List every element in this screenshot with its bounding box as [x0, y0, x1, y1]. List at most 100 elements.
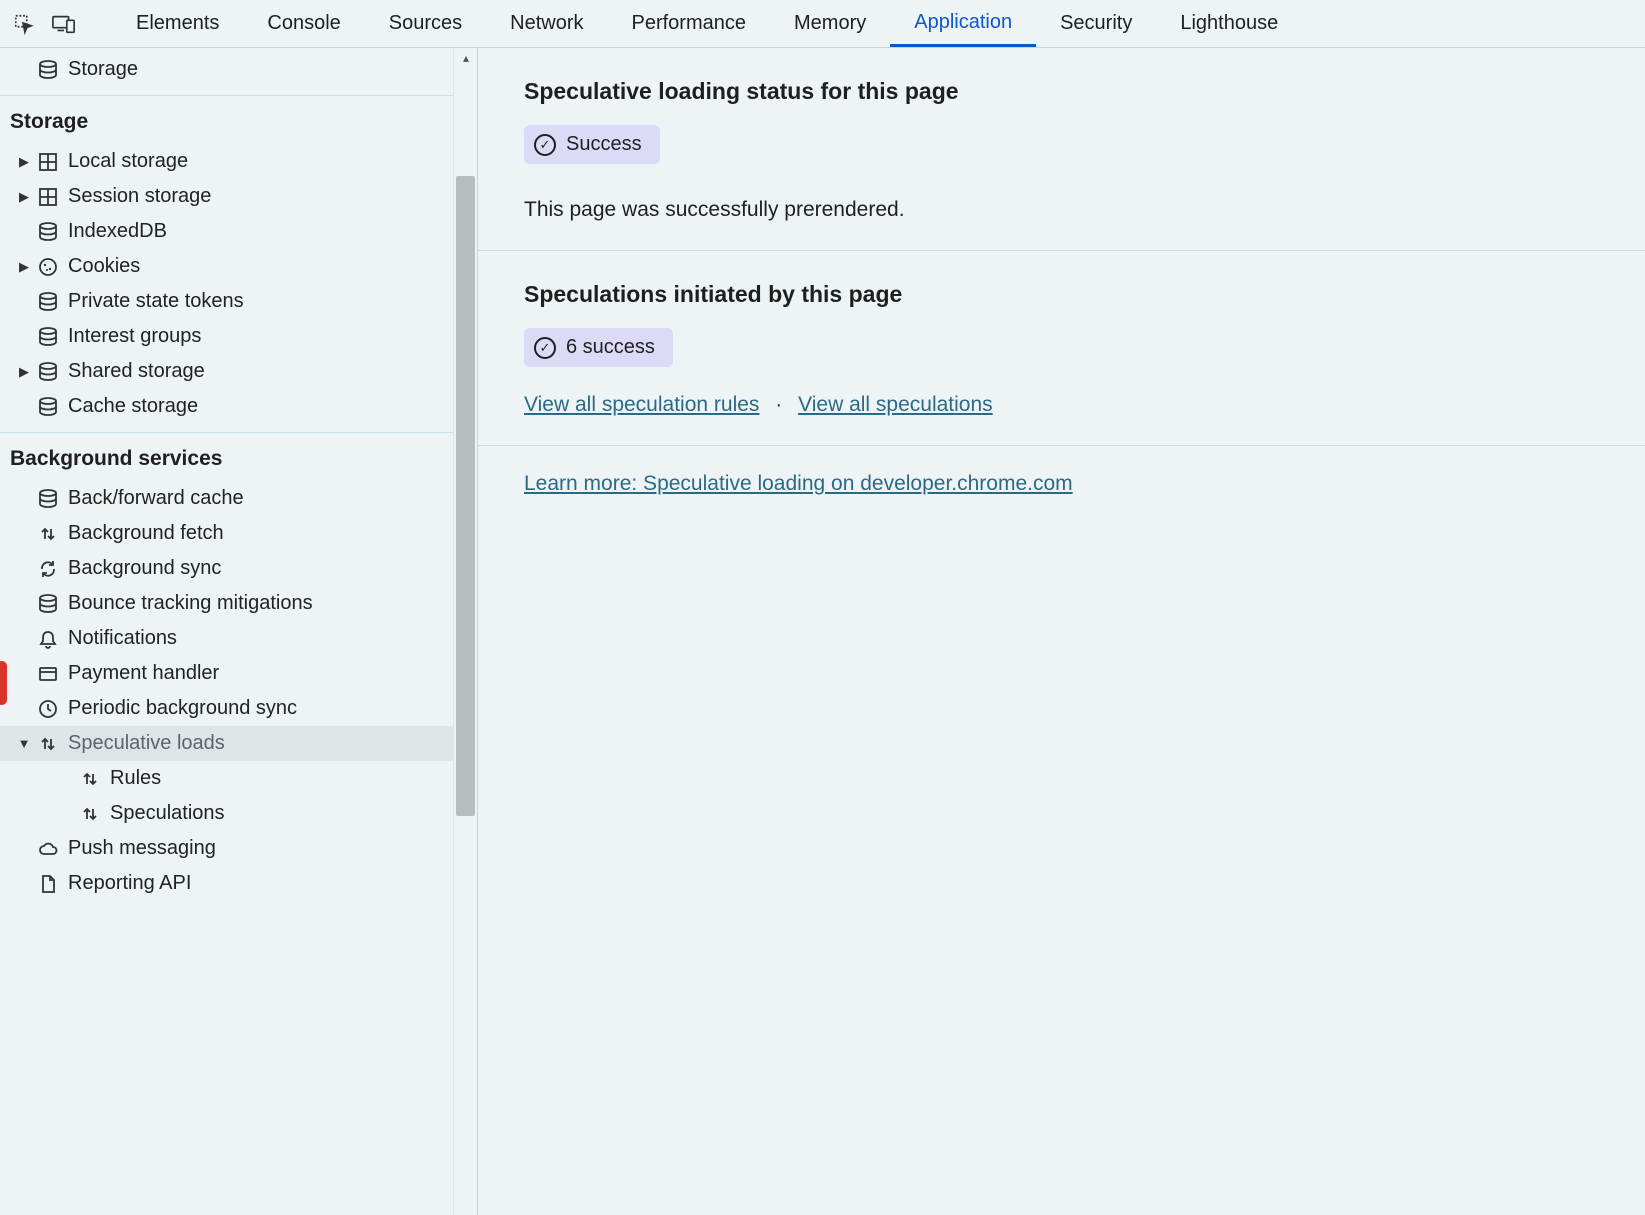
- sidebar-item-label: IndexedDB: [62, 220, 167, 243]
- sidebar-item-label: Speculative loads: [62, 732, 225, 755]
- updown-icon: [76, 803, 104, 825]
- sidebar-item-label: Speculations: [104, 802, 225, 825]
- sidebar-item-push-messaging[interactable]: Push messaging: [0, 831, 454, 866]
- sidebar-item-label: Notifications: [62, 627, 177, 650]
- sidebar-item-label: Push messaging: [62, 837, 216, 860]
- sidebar-item-reporting-api[interactable]: Reporting API: [0, 866, 454, 901]
- tab-performance[interactable]: Performance: [608, 0, 771, 47]
- database-icon: [34, 396, 62, 418]
- database-icon: [34, 59, 62, 81]
- initiated-badge-label: 6 success: [566, 336, 655, 359]
- table-icon: [34, 186, 62, 208]
- sidebar-item-notifications[interactable]: Notifications: [0, 621, 454, 656]
- database-icon: [34, 361, 62, 383]
- check-circle-icon: ✓: [534, 134, 556, 156]
- updown-icon: [76, 768, 104, 790]
- check-circle-icon: ✓: [534, 337, 556, 359]
- tab-memory[interactable]: Memory: [770, 0, 890, 47]
- tab-lighthouse[interactable]: Lighthouse: [1156, 0, 1302, 47]
- sidebar-item-speculative-loads[interactable]: ▼ Speculative loads: [0, 726, 454, 761]
- link-separator: ·: [775, 393, 782, 416]
- chevron-right-icon: ▶: [14, 189, 34, 205]
- sidebar-item-session-storage[interactable]: ▶ Session storage: [0, 179, 454, 214]
- tab-security[interactable]: Security: [1036, 0, 1156, 47]
- sidebar-item-cookies[interactable]: ▶ Cookies: [0, 249, 454, 284]
- status-badge-label: Success: [566, 133, 642, 156]
- sidebar-item-label: Storage: [62, 58, 138, 81]
- sidebar-item-background-sync[interactable]: Background sync: [0, 551, 454, 586]
- view-rules-link[interactable]: View all speculation rules: [524, 393, 759, 416]
- sidebar-item-local-storage[interactable]: ▶ Local storage: [0, 144, 454, 179]
- sidebar-item-label: Reporting API: [62, 872, 191, 895]
- initiated-badge: ✓ 6 success: [524, 328, 673, 367]
- cookie-icon: [34, 256, 62, 278]
- view-speculations-link[interactable]: View all speculations: [798, 393, 993, 416]
- sidebar-item-label: Shared storage: [62, 360, 205, 383]
- sidebar-scrollbar[interactable]: ▴: [453, 48, 477, 1215]
- scrollbar-thumb[interactable]: [456, 176, 475, 816]
- database-icon: [34, 593, 62, 615]
- sidebar-item-cache-storage[interactable]: Cache storage: [0, 389, 454, 424]
- status-description: This page was successfully prerendered.: [524, 198, 1645, 222]
- sidebar-item-label: Rules: [104, 767, 161, 790]
- cloud-icon: [34, 838, 62, 860]
- tab-elements[interactable]: Elements: [112, 0, 243, 47]
- tab-application[interactable]: Application: [890, 0, 1036, 47]
- scroll-up-arrow-icon[interactable]: ▴: [454, 48, 478, 68]
- sidebar-item-background-fetch[interactable]: Background fetch: [0, 516, 454, 551]
- file-icon: [34, 873, 62, 895]
- sidebar-item-label: Cookies: [62, 255, 140, 278]
- sidebar-item-bounce-tracking-mitigations[interactable]: Bounce tracking mitigations: [0, 586, 454, 621]
- tab-console[interactable]: Console: [243, 0, 364, 47]
- clock-icon: [34, 698, 62, 720]
- chevron-right-icon: ▶: [14, 154, 34, 170]
- inspect-icon[interactable]: [6, 6, 42, 42]
- annotation-marker: [0, 661, 7, 705]
- device-toggle-icon[interactable]: [46, 6, 82, 42]
- sidebar-item-private-state-tokens[interactable]: Private state tokens: [0, 284, 454, 319]
- sidebar-section-background-services: Background services: [0, 433, 454, 481]
- sidebar-item-periodic-background-sync[interactable]: Periodic background sync: [0, 691, 454, 726]
- sidebar-item-storage-top[interactable]: Storage: [0, 52, 454, 87]
- sidebar-item-label: Back/forward cache: [62, 487, 244, 510]
- sidebar-item-label: Payment handler: [62, 662, 219, 685]
- updown-icon: [34, 733, 62, 755]
- sidebar-item-indexeddb[interactable]: IndexedDB: [0, 214, 454, 249]
- initiated-panel: Speculations initiated by this page ✓ 6 …: [478, 251, 1645, 446]
- sidebar-item-interest-groups[interactable]: Interest groups: [0, 319, 454, 354]
- learn-more: Learn more: Speculative loading on devel…: [478, 446, 1645, 496]
- initiated-title: Speculations initiated by this page: [524, 281, 1645, 308]
- sidebar-section-storage: Storage: [0, 96, 454, 144]
- sidebar-item-label: Session storage: [62, 185, 211, 208]
- sidebar-item-payment-handler[interactable]: Payment handler: [0, 656, 454, 691]
- learn-more-link[interactable]: Learn more: Speculative loading on devel…: [524, 472, 1073, 495]
- sidebar-item-rules[interactable]: Rules: [0, 761, 454, 796]
- sidebar-item-back-forward-cache[interactable]: Back/forward cache: [0, 481, 454, 516]
- tab-network[interactable]: Network: [486, 0, 607, 47]
- updown-icon: [34, 523, 62, 545]
- application-sidebar: Storage Storage ▶ Local storage ▶ Session sto…: [0, 48, 478, 1215]
- status-title: Speculative loading status for this page: [524, 78, 1645, 105]
- database-icon: [34, 221, 62, 243]
- status-panel: Speculative loading status for this page…: [478, 48, 1645, 251]
- sidebar-item-label: Local storage: [62, 150, 188, 173]
- tab-sources[interactable]: Sources: [365, 0, 486, 47]
- database-icon: [34, 291, 62, 313]
- sidebar-item-label: Background fetch: [62, 522, 224, 545]
- sidebar-item-label: Private state tokens: [62, 290, 244, 313]
- main-panel: Speculative loading status for this page…: [478, 48, 1645, 1215]
- card-icon: [34, 663, 62, 685]
- sidebar-item-label: Cache storage: [62, 395, 198, 418]
- sidebar-item-shared-storage[interactable]: ▶ Shared storage: [0, 354, 454, 389]
- chevron-down-icon: ▼: [14, 736, 34, 751]
- sidebar-item-speculations[interactable]: Speculations: [0, 796, 454, 831]
- sidebar-item-label: Periodic background sync: [62, 697, 297, 720]
- chevron-right-icon: ▶: [14, 364, 34, 380]
- speculation-links: View all speculation rules · View all sp…: [524, 393, 1645, 417]
- database-icon: [34, 488, 62, 510]
- bell-icon: [34, 628, 62, 650]
- database-icon: [34, 326, 62, 348]
- chevron-right-icon: ▶: [14, 259, 34, 275]
- table-icon: [34, 151, 62, 173]
- devtools-tabbar: ElementsConsoleSourcesNetworkPerformance…: [0, 0, 1645, 48]
